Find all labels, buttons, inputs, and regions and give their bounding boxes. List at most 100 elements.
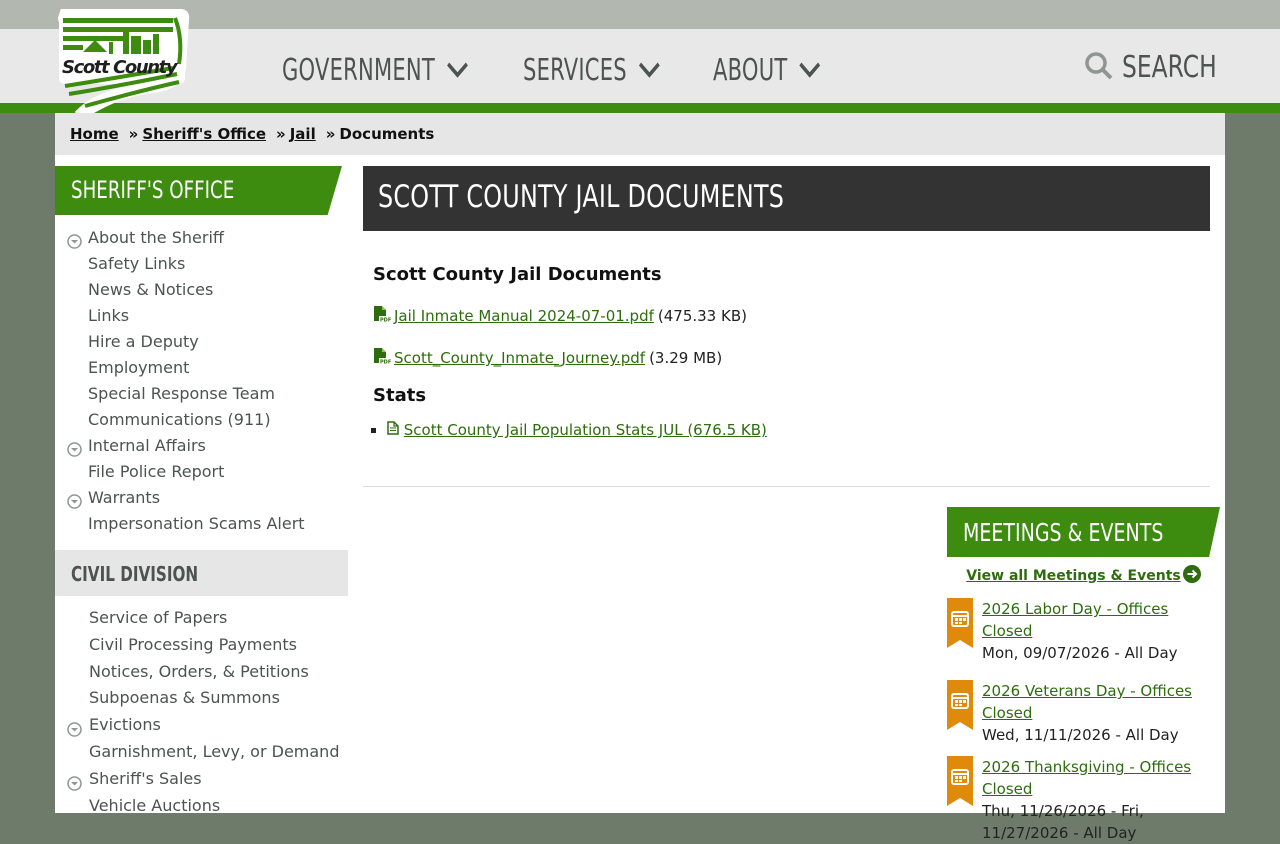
search-button[interactable]: SEARCH — [1084, 50, 1243, 85]
civil-division-label: CIVIL DIVISION — [71, 562, 199, 586]
nav-services[interactable]: SERVICES — [523, 50, 700, 90]
chevron-down-icon — [798, 53, 821, 88]
nav-about[interactable]: ABOUT — [713, 50, 852, 90]
sidebar-item-links[interactable]: Links — [55, 303, 348, 329]
sidebar-item-label: Communications (911) — [88, 410, 271, 429]
civil-division-heading[interactable]: CIVIL DIVISION — [55, 550, 348, 596]
chevron-down-icon — [446, 53, 469, 88]
file-link-inmate-manual[interactable]: Jail Inmate Manual 2024-07-01.pdf — [394, 307, 654, 325]
event-title-link[interactable]: 2026 Labor Day - Offices Closed — [982, 598, 1220, 642]
sidebar-item-special-response-team[interactable]: Special Response Team — [55, 381, 348, 407]
nav-government[interactable]: GOVERNMENT — [282, 50, 522, 90]
sidebar-item-label: Internal Affairs — [88, 436, 206, 455]
calendar-ribbon-icon — [947, 680, 973, 734]
sidebar-item-civil-processing-payments[interactable]: Civil Processing Payments — [55, 631, 348, 658]
event-item: 2026 Labor Day - Offices Closed Mon, 09/… — [947, 598, 1220, 664]
sidebar-item-subpoenas-summons[interactable]: Subpoenas & Summons — [55, 684, 348, 711]
civil-division-list: Service of Papers Civil Processing Payme… — [55, 596, 348, 818]
arrow-circle-right-icon[interactable] — [1182, 565, 1201, 587]
sidebar-list: About the Sheriff Safety Links News & No… — [55, 215, 348, 537]
sidebar-item-label: Service of Papers — [89, 608, 228, 627]
sidebar-item-label: Vehicle Auctions — [89, 795, 221, 815]
sidebar-item-label: Special Response Team — [88, 384, 275, 403]
view-all-events-link[interactable]: View all Meetings & Events — [966, 568, 1180, 584]
sidebar-item-hire-a-deputy[interactable]: Hire a Deputy — [55, 329, 348, 355]
breadcrumb-home[interactable]: Home — [70, 125, 119, 143]
sidebar-item-communications[interactable]: Communications (911) — [55, 407, 348, 433]
sidebar-item-label: Hire a Deputy — [88, 332, 199, 351]
file-size: (3.29 MB) — [649, 349, 723, 367]
svg-text:PDF: PDF — [380, 318, 391, 324]
breadcrumb-jail[interactable]: Jail — [290, 125, 316, 143]
logo-text: Scott County — [62, 57, 178, 78]
event-title-link[interactable]: 2026 Veterans Day - Offices Closed — [982, 680, 1220, 724]
calendar-ribbon-icon — [947, 756, 973, 810]
sidebar-item-label: Impersonation Scams Alert — [88, 514, 305, 533]
list-item: Scott County Jail Population Stats JUL (… — [387, 421, 1200, 443]
sidebar-item-evictions[interactable]: Evictions — [55, 711, 348, 738]
breadcrumb-separator: » — [276, 125, 286, 143]
sidebar-item-label: News & Notices — [88, 280, 214, 299]
event-title-link[interactable]: 2026 Thanksgiving - Offices Closed — [982, 756, 1220, 800]
breadcrumb-separator: » — [128, 125, 139, 143]
main-content: SCOTT COUNTY JAIL DOCUMENTS Scott County… — [363, 166, 1210, 487]
sidebar-item-notices-orders-petitions[interactable]: Notices, Orders, & Petitions — [55, 658, 348, 685]
sidebar-item-label: Links — [88, 306, 130, 325]
sidebar-item-vehicle-auctions[interactable]: Vehicle Auctions — [55, 792, 348, 819]
search-label: SEARCH — [1122, 50, 1217, 85]
sidebar-item-about-the-sheriff[interactable]: About the Sheriff — [55, 225, 348, 251]
stats-list: Scott County Jail Population Stats JUL (… — [373, 421, 1200, 443]
nav-government-label: GOVERNMENT — [282, 52, 435, 88]
sidebar-item-safety-links[interactable]: Safety Links — [55, 251, 348, 277]
sidebar-item-label: Garnishment, Levy, or Demand — [89, 741, 340, 761]
sidebar-item-warrants[interactable]: Warrants — [55, 485, 348, 511]
breadcrumb-separator: » — [325, 125, 336, 143]
content-divider — [363, 486, 1210, 487]
sidebar-item-service-of-papers[interactable]: Service of Papers — [55, 604, 348, 631]
file-row: PDF Scott_County_Inmate_Journey.pdf (3.2… — [373, 346, 1200, 370]
event-item: 2026 Thanksgiving - Offices Closed Thu, … — [947, 756, 1220, 844]
chevron-down-icon — [638, 53, 661, 88]
sidebar-item-file-police-report[interactable]: File Police Report — [55, 459, 348, 485]
view-all-events: View all Meetings & Events — [947, 565, 1220, 587]
nav-about-label: ABOUT — [713, 52, 788, 88]
event-date: Wed, 11/11/2026 - All Day — [982, 726, 1179, 744]
search-icon — [1084, 51, 1114, 85]
sidebar-item-label: Evictions — [89, 715, 161, 735]
sidebar-item-label: Notices, Orders, & Petitions — [89, 661, 309, 681]
sidebar-heading-label: SHERIFF'S OFFICE — [71, 176, 235, 204]
file-size: (475.33 KB) — [657, 307, 747, 325]
breadcrumb: Home » Sheriff's Office » Jail » Documen… — [55, 113, 1225, 155]
sidebar-item-employment[interactable]: Employment — [55, 355, 348, 381]
nav-services-label: SERVICES — [523, 52, 627, 88]
section-heading-stats: Stats — [373, 385, 427, 406]
svg-text:PDF: PDF — [380, 360, 391, 366]
event-date: Thu, 11/26/2026 - Fri, 11/27/2026 - All … — [982, 802, 1144, 842]
section-heading-documents: Scott County Jail Documents — [373, 264, 662, 285]
sidebar-item-label: Employment — [88, 358, 190, 377]
calendar-ribbon-icon — [947, 598, 973, 652]
event-date: Mon, 09/07/2026 - All Day — [982, 644, 1178, 662]
breadcrumb-current: Documents — [339, 125, 435, 143]
sidebar-item-internal-affairs[interactable]: Internal Affairs — [55, 433, 348, 459]
sidebar-item-label: File Police Report — [88, 462, 225, 481]
sidebar-item-impersonation-scams[interactable]: Impersonation Scams Alert — [55, 511, 348, 537]
sidebar-item-label: Sheriff's Sales — [89, 768, 202, 788]
content-body: Scott County Jail Documents PDF Jail Inm… — [363, 264, 1210, 443]
event-item: 2026 Veterans Day - Offices Closed Wed, … — [947, 680, 1220, 746]
sidebar-item-label: Warrants — [88, 488, 161, 507]
pdf-file-icon: PDF — [373, 305, 391, 327]
sidebar-item-garnishment[interactable]: Garnishment, Levy, or Demand — [55, 738, 348, 765]
breadcrumb-sheriffs-office[interactable]: Sheriff's Office — [142, 125, 266, 143]
stats-link-population[interactable]: Scott County Jail Population Stats JUL (… — [404, 421, 767, 439]
sidebar-item-label: Safety Links — [88, 254, 186, 273]
events-heading: MEETINGS & EVENTS — [947, 507, 1220, 557]
pdf-file-icon: PDF — [373, 347, 391, 369]
file-link-inmate-journey[interactable]: Scott_County_Inmate_Journey.pdf — [394, 349, 645, 367]
sidebar-heading[interactable]: SHERIFF'S OFFICE — [55, 166, 342, 215]
sidebar-item-sheriffs-sales[interactable]: Sheriff's Sales — [55, 765, 348, 792]
sidebar-item-label: Civil Processing Payments — [89, 634, 297, 654]
sidebar-item-news-notices[interactable]: News & Notices — [55, 277, 348, 303]
page-title: SCOTT COUNTY JAIL DOCUMENTS — [378, 179, 785, 215]
events-heading-label: MEETINGS & EVENTS — [963, 518, 1164, 547]
